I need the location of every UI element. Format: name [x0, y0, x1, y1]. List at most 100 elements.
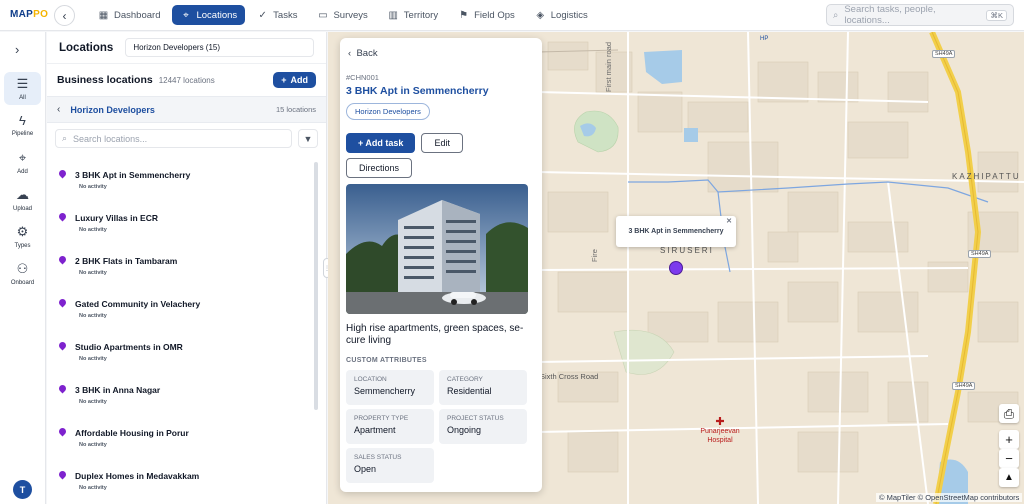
pin-icon: ⌖	[18, 150, 27, 165]
nav-logistics[interactable]: ◈ Logistics	[527, 5, 596, 25]
list-item[interactable]: Duplex Homes in Medavakkam No activity	[47, 461, 319, 504]
location-description: High rise apartments, green spaces, se-c…	[346, 323, 524, 346]
dashboard-icon: ▦	[98, 9, 109, 21]
location-list: 3 BHK Apt in Semmencherry No activity Lux…	[47, 160, 319, 504]
highway-shield: SH49A	[952, 382, 976, 390]
detail-back-link[interactable]: ‹ Back	[348, 48, 536, 59]
minus-icon: −	[1005, 451, 1013, 466]
business-filter-select[interactable]: Horizon Developers (15)	[125, 38, 314, 57]
rail-item-upload[interactable]: ☁ Upload	[4, 183, 41, 216]
pin-icon	[57, 297, 68, 308]
attribute-card: CATEGORY Residential	[439, 370, 527, 405]
nav-locations[interactable]: ⌖ Locations	[172, 5, 246, 25]
main-nav: ▦ Dashboard ⌖ Locations ✓ Tasks ▭ Surveys ▥ T…	[90, 5, 596, 25]
group-count: 15 locations	[275, 105, 316, 114]
business-locations-row: Business locations 12447 locations + Add	[47, 64, 326, 96]
compass-button[interactable]: ▲	[999, 468, 1019, 487]
map-attribution[interactable]: © MapTiler © OpenStreetMap contributors	[876, 493, 1023, 502]
location-id: #CHN001	[346, 73, 379, 82]
location-search-input[interactable]: ⌕ Search locations...	[55, 129, 292, 148]
pin-icon	[57, 254, 68, 265]
print-button[interactable]: ⎙	[999, 404, 1019, 423]
list-item[interactable]: Studio Apartments in OMR No activity	[47, 332, 319, 375]
map-locality-label: KAZHIPATTU	[952, 172, 1021, 181]
hospital-marker[interactable]: ✚ Punarjeevan Hospital	[690, 416, 750, 445]
avatar[interactable]: T	[13, 480, 32, 499]
add-task-button[interactable]: + Add task	[346, 133, 416, 153]
locations-panel: Locations Horizon Developers (15) Busine…	[47, 32, 327, 504]
chevron-right-icon[interactable]: ›	[15, 42, 19, 57]
list-item[interactable]: 3 BHK Apt in Semmencherry No activity	[47, 160, 319, 203]
group-name: Horizon Developers	[70, 104, 155, 115]
business-locations-title: Business locations	[57, 74, 153, 86]
business-locations-count: 12447 locations	[158, 75, 215, 85]
rail-item-types[interactable]: ⚙ Types	[4, 220, 41, 253]
map-road-label: First main road	[604, 41, 613, 92]
global-search-input[interactable]: ⌕ Search tasks, people, locations... ⌘K	[826, 4, 1014, 26]
pin-icon	[57, 426, 68, 437]
map-poi-label: HP	[760, 36, 769, 42]
flag-icon: ⚑	[459, 9, 469, 21]
clipboard-icon: ▭	[318, 9, 328, 21]
list-item[interactable]: Affordable Housing in Porur No activity	[47, 418, 319, 461]
zoom-out-button[interactable]: −	[999, 449, 1019, 468]
list-item[interactable]: Gated Community in Velachery No activity	[47, 289, 319, 332]
shortcut-badge: ⌘K	[986, 9, 1007, 21]
detail-actions: + Add task Edit	[346, 133, 536, 153]
nav-surveys[interactable]: ▭ Surveys	[309, 5, 375, 25]
nav-dashboard[interactable]: ▦ Dashboard	[90, 5, 168, 25]
business-tag[interactable]: Horizon Developers	[346, 103, 430, 120]
top-bar: MAPPO ‹ ▦ Dashboard ⌖ Locations ✓ Tasks ▭ Su…	[0, 0, 1024, 31]
list-item[interactable]: 2 BHK Flats in Tambaram No activity	[47, 246, 319, 289]
hospital-cross-icon: ✚	[715, 416, 725, 428]
custom-attributes-heading: CUSTOM ATTRIBUTES	[346, 357, 427, 364]
back-button[interactable]: ‹	[54, 5, 75, 26]
add-location-button[interactable]: + Add	[273, 72, 316, 88]
rail-item-onboard[interactable]: ⚇ Onboard	[4, 257, 41, 290]
nav-field-ops[interactable]: ⚑ Field Ops	[450, 5, 523, 25]
location-marker[interactable]	[669, 261, 683, 275]
search-icon: ⌕	[833, 9, 839, 21]
list-scrollbar[interactable]	[314, 162, 318, 410]
list-item[interactable]: 3 BHK in Anna Nagar No activity	[47, 375, 319, 418]
map-locality-label: SIRUSERI	[660, 246, 714, 255]
location-photo	[346, 184, 528, 314]
tasks-icon: ✓	[258, 9, 267, 21]
bolt-icon: ϟ	[19, 113, 26, 128]
list-icon: ☰	[16, 76, 29, 91]
rail-item-all[interactable]: ☰ All	[4, 72, 41, 105]
plus-icon: +	[1005, 432, 1013, 447]
map-road-label: Sixth Cross Road	[540, 372, 599, 381]
edit-button[interactable]: Edit	[421, 133, 463, 153]
pin-icon	[57, 340, 68, 351]
filter-button[interactable]: ▼	[298, 129, 318, 148]
list-item[interactable]: Luxury Villas in ECR No activity	[47, 203, 319, 246]
highway-shield: SH49A	[932, 50, 956, 58]
location-search-row: ⌕ Search locations... ▼	[47, 123, 326, 154]
attribute-card: PROPERTY TYPE Apartment	[346, 409, 434, 444]
chevron-left-icon[interactable]: ‹	[57, 104, 60, 115]
rail-item-pipeline[interactable]: ϟ Pipeline	[4, 109, 41, 141]
panel-title: Locations	[59, 41, 114, 54]
app-logo[interactable]: MAPPO	[10, 9, 48, 20]
map-popup: 3 BHK Apt in Semmencherry ✕	[616, 216, 736, 247]
zoom-in-button[interactable]: +	[999, 430, 1019, 449]
user-icon: ⚇	[16, 261, 29, 276]
rail-item-add[interactable]: ⌖ Add	[4, 146, 41, 179]
gear-icon: ⚙	[16, 224, 29, 239]
nav-territory[interactable]: ▥ Territory	[380, 5, 446, 25]
attribute-card: PROJECT STATUS Ongoing	[439, 409, 527, 444]
pin-icon	[57, 469, 68, 480]
printer-icon: ⎙	[1003, 405, 1015, 421]
map-road-label: Fire	[590, 249, 599, 262]
location-icon: ⌖	[183, 9, 189, 21]
detail-title: 3 BHK Apt in Semmencherry	[346, 85, 489, 97]
nav-tasks[interactable]: ✓ Tasks	[249, 5, 305, 25]
group-header: ‹ Horizon Developers 15 locations	[47, 96, 326, 123]
location-detail-card: ‹ Back #CHN001 3 BHK Apt in Semmencherry…	[340, 38, 542, 492]
close-icon[interactable]: ✕	[726, 217, 732, 225]
pin-icon	[57, 168, 68, 179]
directions-button[interactable]: Directions	[346, 158, 413, 178]
attribute-card: LOCATION Semmencherry	[346, 370, 434, 405]
compass-icon: ▲	[1004, 472, 1014, 483]
